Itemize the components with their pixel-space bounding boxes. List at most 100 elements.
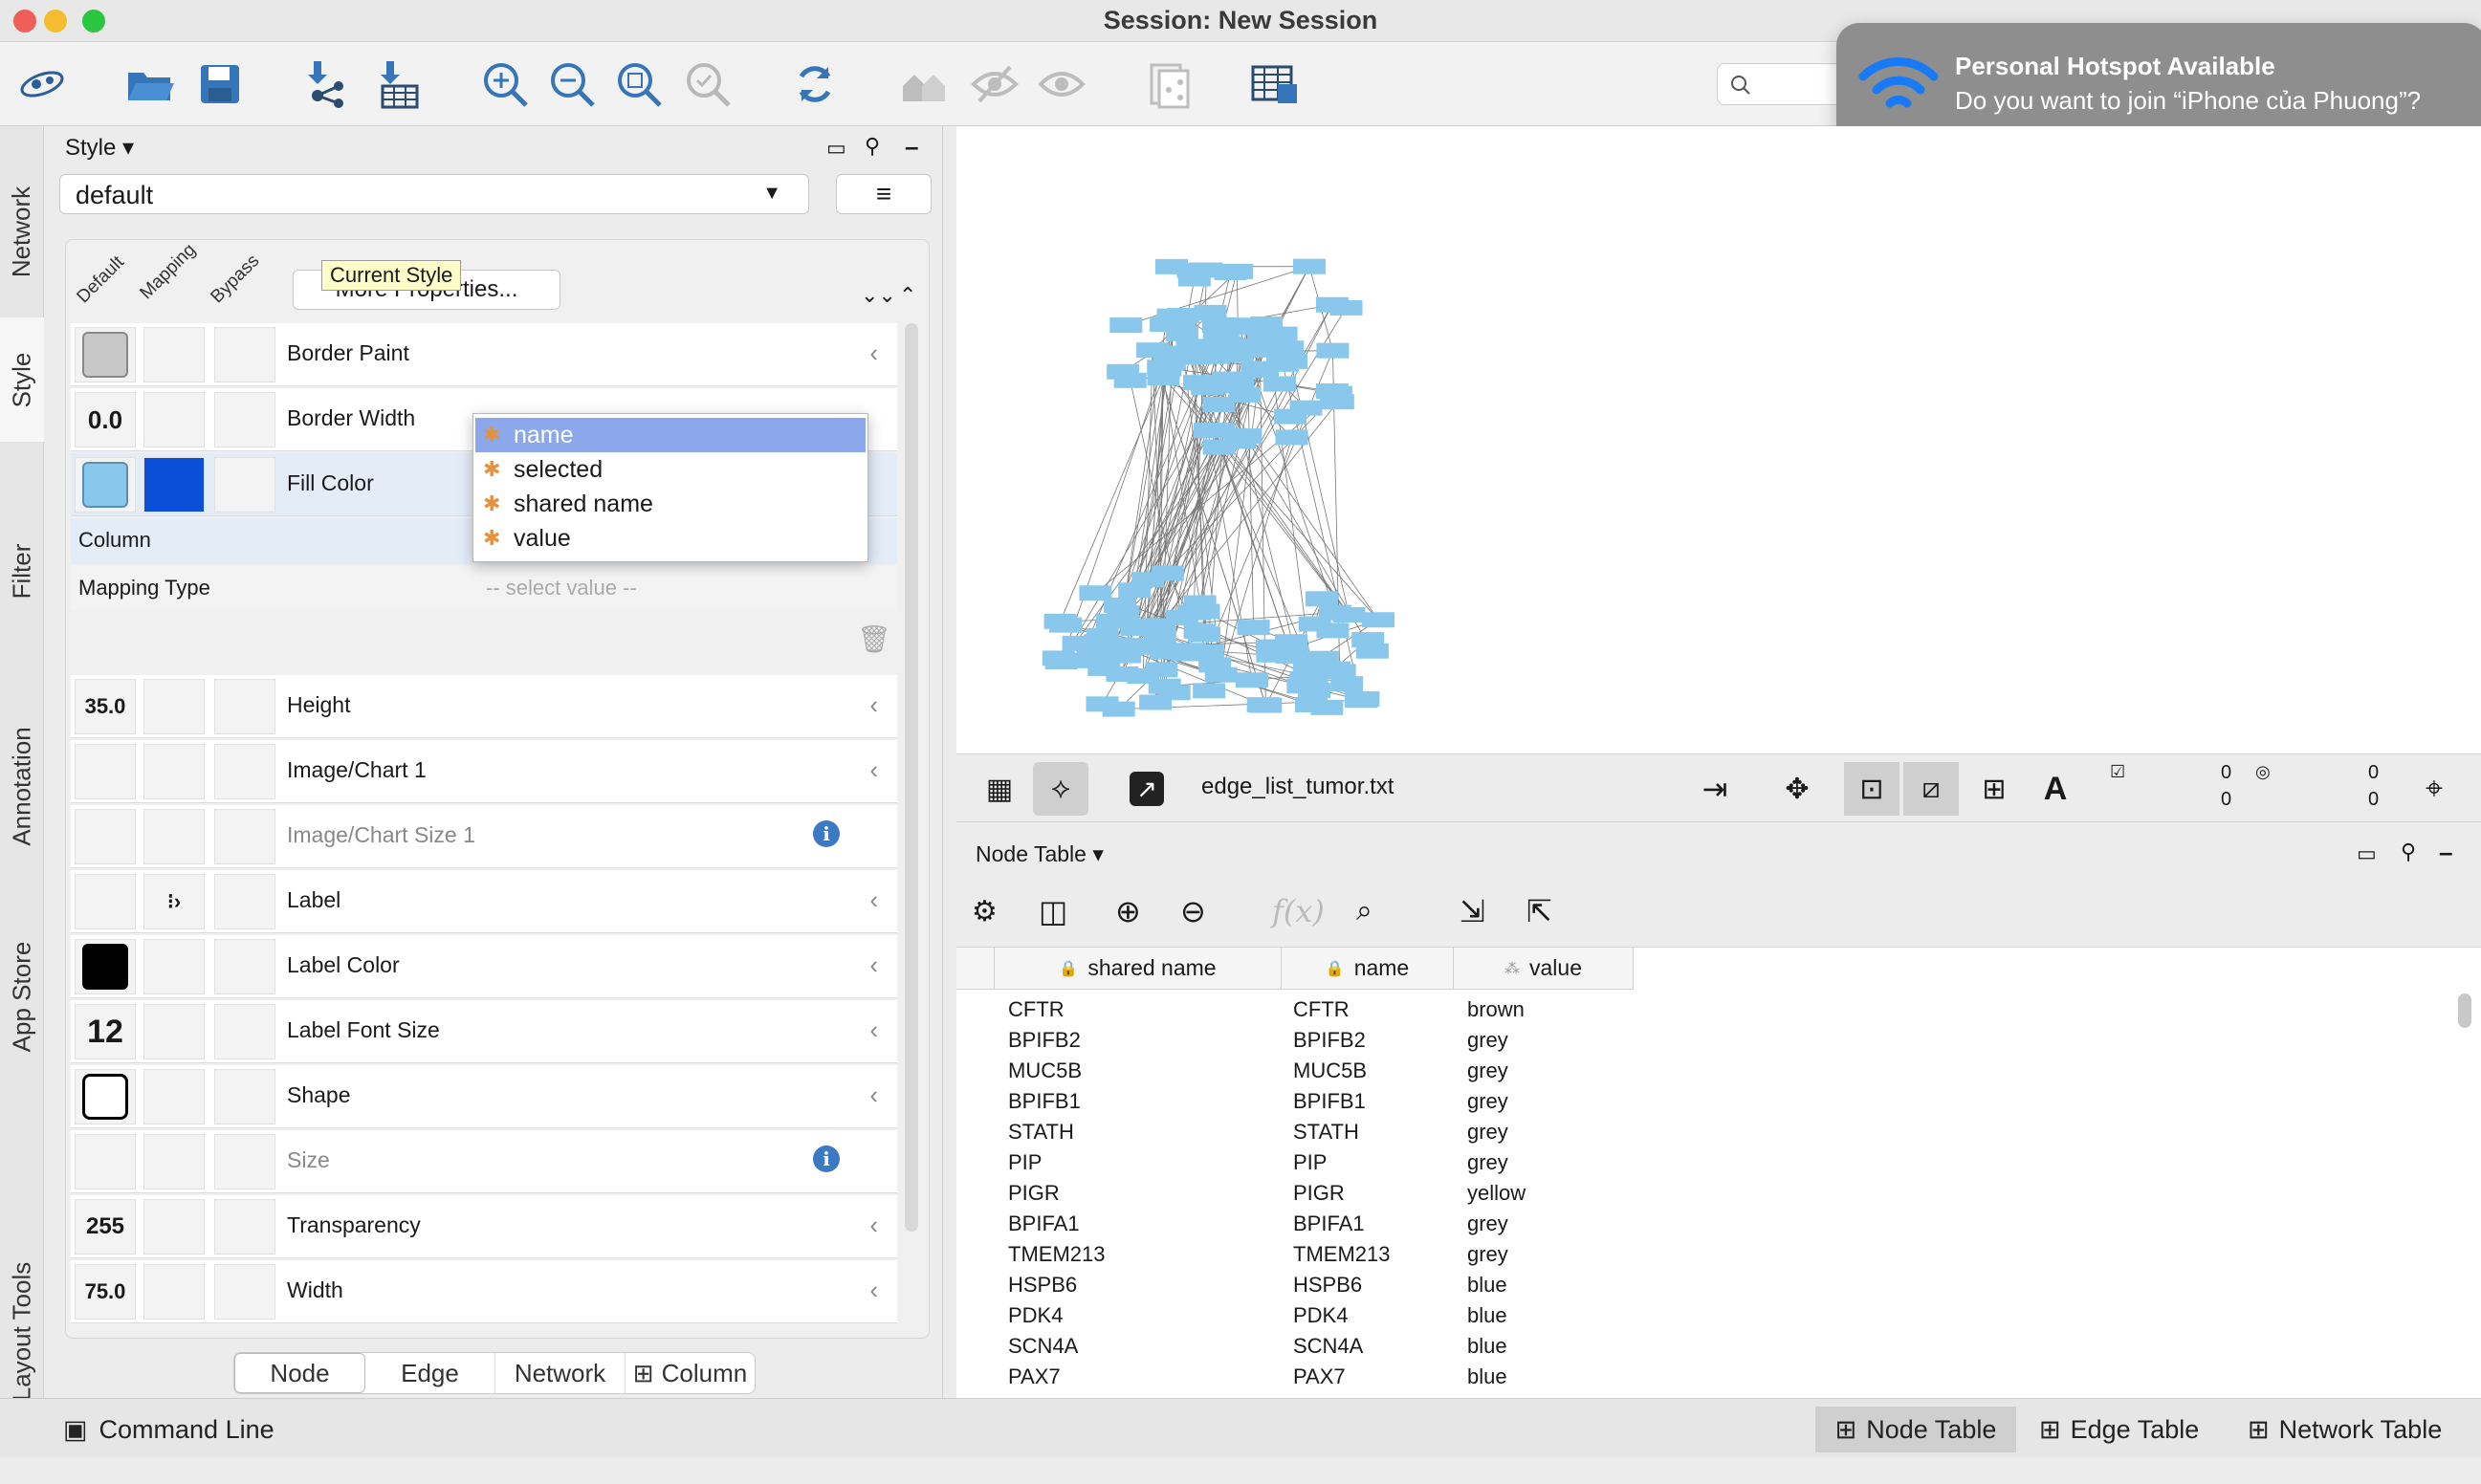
default-cell[interactable] [75, 457, 136, 513]
zoom-out-icon[interactable] [543, 55, 601, 113]
default-cell[interactable] [75, 1069, 136, 1124]
import-network-icon[interactable] [296, 55, 354, 113]
table-cell[interactable]: grey [1467, 1150, 1508, 1175]
tab-node-table[interactable]: ⊞Node Table [1815, 1407, 2016, 1452]
bypass-cell[interactable] [214, 327, 275, 382]
table-cell[interactable]: blue [1467, 1273, 1507, 1298]
property-row-label[interactable]: ⁝› Label ‹ [71, 870, 897, 933]
table-cell[interactable]: PIGR [1293, 1181, 1345, 1206]
crosshair-icon[interactable]: ⌖ [2406, 762, 2462, 816]
mapping-cell[interactable] [143, 1199, 205, 1255]
bypass-cell[interactable] [214, 809, 275, 864]
table-cell[interactable]: PIP [1293, 1150, 1327, 1175]
tab-edge-table[interactable]: ⊞Edge Table [2039, 1407, 2199, 1452]
table-cell[interactable]: HSPB6 [1293, 1273, 1362, 1298]
dropdown-item-name[interactable]: ✱name [475, 418, 866, 452]
property-row-image-chart-1[interactable]: Image/Chart 1 ‹ [71, 740, 897, 803]
table-cell[interactable]: grey [1467, 1242, 1508, 1267]
table-row[interactable]: MUC5BMUC5Bgrey [956, 1055, 2448, 1085]
table-cell[interactable]: grey [1467, 1058, 1508, 1083]
default-cell[interactable]: 12 [75, 1004, 136, 1059]
save-icon[interactable] [191, 55, 249, 113]
label-selection-icon[interactable]: A [2028, 762, 2083, 816]
mapping-cell[interactable] [143, 939, 205, 994]
default-cell[interactable] [75, 744, 136, 799]
add-column-icon[interactable]: ⊕ [1115, 893, 1141, 929]
info-icon[interactable]: i [813, 820, 840, 847]
open-folder-icon[interactable] [121, 55, 178, 113]
table-cell[interactable]: blue [1467, 1334, 1507, 1359]
network-view-icon[interactable]: ⟡ [1033, 762, 1088, 816]
table-cell[interactable]: BPIFA1 [1293, 1211, 1365, 1236]
gear-icon[interactable]: ⚙ [972, 895, 998, 928]
chevron-left-icon[interactable]: ‹ [869, 1276, 878, 1305]
table-cell[interactable]: STATH [1293, 1120, 1359, 1145]
bypass-cell[interactable] [214, 744, 275, 799]
table-cell[interactable]: blue [1467, 1303, 1507, 1328]
minimize-panel-icon[interactable]: – [905, 132, 918, 162]
dropdown-item-selected[interactable]: ✱selected [475, 452, 866, 487]
chevron-left-icon[interactable]: ‹ [869, 690, 878, 720]
export-image-icon[interactable]: ⇥ [1687, 762, 1743, 816]
mapping-cell[interactable] [143, 744, 205, 799]
column-header-name[interactable]: 🔒name [1282, 948, 1454, 990]
bypass-cell[interactable] [214, 1199, 275, 1255]
default-cell[interactable]: 0.0 [75, 392, 136, 447]
info-icon[interactable]: i [813, 1146, 840, 1172]
default-cell[interactable] [75, 939, 136, 994]
dropdown-item-value[interactable]: ✱value [475, 521, 866, 556]
table-cell[interactable]: PDK4 [1293, 1303, 1348, 1328]
refresh-icon[interactable] [786, 55, 844, 113]
table-title[interactable]: Node Table ▾ [976, 841, 1104, 867]
bypass-cell[interactable] [214, 679, 275, 734]
property-row-image-chart-size-1[interactable]: Image/Chart Size 1 i [71, 805, 897, 868]
table-cell[interactable]: brown [1467, 997, 1525, 1022]
float-panel-icon[interactable]: ▭ [826, 136, 846, 161]
tab-style[interactable]: Style [0, 317, 44, 442]
table-cell[interactable]: yellow [1467, 1181, 1526, 1206]
trash-icon[interactable]: 🗑 [857, 623, 891, 655]
table-row[interactable]: SCN4ASCN4Ablue [956, 1330, 2448, 1361]
table-cell[interactable]: BPIFB1 [1008, 1089, 1081, 1114]
mapping-cell[interactable] [143, 1004, 205, 1059]
property-row-border-paint[interactable]: Border Paint ‹ [71, 323, 897, 386]
table-cell[interactable]: PAX7 [1293, 1364, 1346, 1389]
default-cell[interactable]: 255 [75, 1199, 136, 1255]
table-cell[interactable]: BPIFA1 [1008, 1211, 1080, 1236]
chevron-left-icon[interactable]: ‹ [869, 1015, 878, 1045]
tab-column[interactable]: ⊞Column [626, 1353, 755, 1393]
table-cell[interactable]: TMEM213 [1293, 1242, 1390, 1267]
chevron-left-icon[interactable]: ‹ [869, 338, 878, 368]
tab-node[interactable]: Node [234, 1353, 365, 1393]
search-icon[interactable]: ⌕ [1356, 895, 1372, 928]
network-canvas[interactable] [956, 126, 2481, 753]
default-cell[interactable]: 35.0 [75, 679, 136, 734]
network-graph[interactable] [956, 126, 2481, 753]
property-row-label-color[interactable]: Label Color ‹ [71, 935, 897, 998]
table-cell[interactable]: BPIFB1 [1293, 1089, 1366, 1114]
mapping-cell[interactable] [143, 1134, 205, 1189]
mapping-cell[interactable] [143, 392, 205, 447]
property-row-label-font-size[interactable]: 12 Label Font Size ‹ [71, 1000, 897, 1063]
bypass-cell[interactable] [214, 1264, 275, 1320]
default-cell[interactable]: 75.0 [75, 1264, 136, 1320]
passthrough-mapping-icon[interactable]: ⁝› [143, 874, 205, 929]
table-panel-icon[interactable] [1245, 55, 1303, 113]
table-cell[interactable]: PIP [1008, 1150, 1042, 1175]
search-input[interactable] [1717, 63, 1851, 105]
collapse-all-icon[interactable]: ⌄⌄ [861, 283, 896, 308]
mapping-cell[interactable] [143, 327, 205, 382]
mapping-cell[interactable] [143, 1264, 205, 1320]
table-row[interactable]: PAX7PAX7blue [956, 1361, 2448, 1391]
bypass-cell[interactable] [214, 939, 275, 994]
default-cell[interactable] [75, 1134, 136, 1189]
table-row[interactable]: HSPB6HSPB6blue [956, 1269, 2448, 1299]
command-line-button[interactable]: ▣Command Line [63, 1407, 274, 1452]
chevron-left-icon[interactable]: ‹ [869, 755, 878, 785]
table-cell[interactable]: CFTR [1293, 997, 1350, 1022]
mapping-cell[interactable] [143, 809, 205, 864]
chevron-left-icon[interactable]: ‹ [869, 950, 878, 980]
table-row[interactable]: CFTRCFTRbrown [956, 993, 2448, 1024]
table-row[interactable]: PDK4PDK4blue [956, 1299, 2448, 1330]
default-cell[interactable] [75, 809, 136, 864]
